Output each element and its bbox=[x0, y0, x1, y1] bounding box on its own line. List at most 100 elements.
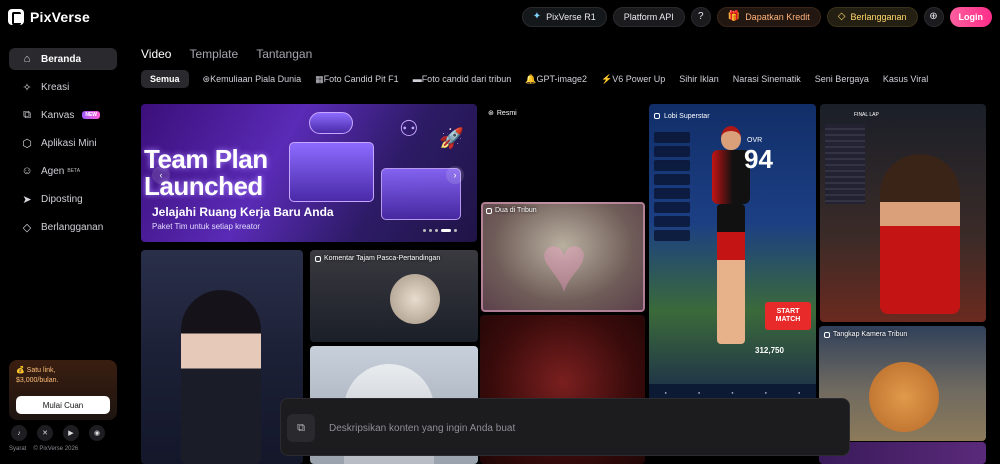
team-plan-banner[interactable]: ⚇ 🚀 Team Plan Launched Jelajahi Ruang Ke… bbox=[141, 104, 477, 242]
top-bar: PixVerse ✦ PixVerse R1 Platform API ? 🎁 … bbox=[0, 0, 1000, 34]
sidebar-item-berlangganan[interactable]: ◇ Berlangganan bbox=[9, 216, 117, 238]
social-links: ♪ ✕ ▶ ◉ bbox=[11, 425, 105, 441]
tile-label: Dua di Tribun bbox=[486, 207, 537, 214]
sidebar-item-kanvas[interactable]: ⧉ Kanvas NEW bbox=[9, 104, 117, 126]
video-icon bbox=[486, 207, 492, 214]
tile-label: ⊛ Resmi bbox=[488, 109, 517, 118]
cat-figure bbox=[390, 274, 440, 324]
stadium-icon: ▬ bbox=[412, 74, 422, 84]
sidebar-item-diposting[interactable]: ➤ Diposting bbox=[9, 188, 117, 210]
send-icon: ➤ bbox=[22, 193, 32, 206]
get-credit-button[interactable]: 🎁 Dapatkan Kredit bbox=[716, 7, 821, 27]
question-icon: ? bbox=[697, 11, 704, 22]
chip-narasi-sinematik[interactable]: Narasi Sinematik bbox=[733, 70, 801, 88]
game-menu bbox=[654, 132, 690, 252]
start-match-badge: START MATCH bbox=[765, 302, 811, 330]
terms-link[interactable]: Syarat bbox=[9, 446, 26, 452]
canvas-icon: ⧉ bbox=[23, 108, 31, 121]
top-actions: ✦ PixVerse R1 Platform API ? 🎁 Dapatkan … bbox=[521, 7, 992, 27]
chip-foto-candid-tribun[interactable]: ▬ Foto candid dari tribun bbox=[413, 70, 512, 88]
youtube-icon[interactable]: ▶ bbox=[63, 425, 79, 441]
sidebar-footer: Syarat © PixVerse 2026 bbox=[9, 446, 78, 452]
team-icon: ⚇ bbox=[399, 116, 419, 141]
sidebar-item-agen[interactable]: ☺ Agen BETA bbox=[9, 160, 117, 182]
sparkle-icon: ✦ bbox=[532, 11, 542, 22]
tab-video[interactable]: Video bbox=[141, 47, 171, 61]
timing-board bbox=[825, 124, 865, 204]
trophy-icon: ⊛ bbox=[202, 73, 211, 84]
tab-tantangan[interactable]: Tantangan bbox=[256, 47, 312, 61]
sparkle-icon: ✧ bbox=[22, 81, 32, 94]
person-figure bbox=[181, 290, 261, 464]
brand-name: PixVerse bbox=[30, 9, 90, 25]
bolt-icon: ⚡ bbox=[601, 73, 613, 84]
tile-concert-girl[interactable] bbox=[141, 250, 303, 464]
diamond-icon: ◇ bbox=[22, 221, 32, 234]
chip-semua[interactable]: Semua bbox=[141, 70, 189, 88]
tile-label: Komentar Tajam Pasca-Pertandingan bbox=[315, 255, 440, 262]
prompt-bar: ⧉ bbox=[280, 398, 850, 456]
game-rating: 94 bbox=[744, 144, 773, 174]
tiktok-icon[interactable]: ♪ bbox=[11, 425, 27, 441]
home-icon: ⌂ bbox=[23, 53, 31, 65]
platform-api-button[interactable]: Platform API bbox=[612, 7, 685, 27]
tile-dua-di-tribun[interactable]: Dua di Tribun ♥ bbox=[481, 202, 645, 312]
tile-f1-pit[interactable]: FINAL LAP bbox=[820, 104, 986, 322]
cube-icon: ⬡ bbox=[22, 137, 32, 150]
chat-bubble-icon bbox=[309, 112, 353, 134]
tile-label: Tangkap Kamera Tribun bbox=[824, 331, 907, 338]
chevron-left-icon[interactable]: ‹ bbox=[152, 166, 170, 184]
sidebar: ⌂ Beranda ✧ Kreasi ⧉ Kanvas NEW ⬡ Aplika… bbox=[0, 34, 126, 464]
tile-komentar-tajam[interactable]: Komentar Tajam Pasca-Pertandingan bbox=[310, 250, 478, 342]
chip-kasus-viral[interactable]: Kasus Viral bbox=[883, 70, 928, 88]
category-chips: Semua ⊛ Kemuliaan Piala Dunia ▦ Foto Cand… bbox=[141, 70, 1000, 88]
chip-foto-candid-pit-f1[interactable]: ▦ Foto Candid Pit F1 bbox=[315, 70, 399, 88]
chip-v6-power-up[interactable]: ⚡ V6 Power Up bbox=[601, 70, 665, 88]
banner-screen-illustration bbox=[289, 142, 374, 202]
money-bag-icon: 💰 bbox=[16, 367, 25, 374]
copyright: © PixVerse 2026 bbox=[33, 446, 79, 452]
sidebar-item-aplikasi-mini[interactable]: ⬡ Aplikasi Mini bbox=[9, 132, 117, 154]
chip-kemuliaan-piala-dunia[interactable]: ⊛ Kemuliaan Piala Dunia bbox=[203, 70, 302, 88]
game-ovr-label: OVR bbox=[747, 137, 763, 144]
language-button[interactable]: ⊕ bbox=[923, 7, 944, 27]
help-button[interactable]: ? bbox=[690, 7, 711, 27]
heart-icon: ♥ bbox=[540, 219, 588, 308]
start-earning-button[interactable]: Mulai Cuan bbox=[16, 396, 110, 414]
chip-seni-bergaya[interactable]: Seni Bergaya bbox=[815, 70, 869, 88]
sidebar-item-beranda[interactable]: ⌂ Beranda bbox=[9, 48, 117, 70]
agent-icon: ☺ bbox=[21, 165, 33, 177]
chip-gpt-image2[interactable]: 🔔 GPT-image2 bbox=[525, 70, 587, 88]
game-price: 312,750 bbox=[755, 346, 784, 355]
login-button[interactable]: Login bbox=[949, 7, 992, 27]
rocket-icon: 🚀 bbox=[439, 128, 464, 150]
beta-badge: BETA bbox=[67, 168, 81, 174]
chevron-right-icon[interactable]: › bbox=[446, 166, 464, 184]
diamond-icon: ◇ bbox=[837, 11, 846, 22]
gift-icon: 🎁 bbox=[727, 11, 741, 22]
sidebar-item-kreasi[interactable]: ✧ Kreasi bbox=[9, 76, 117, 98]
bell-icon: 🔔 bbox=[525, 73, 537, 84]
video-icon bbox=[824, 331, 830, 338]
x-icon[interactable]: ✕ bbox=[37, 425, 53, 441]
tab-template[interactable]: Template bbox=[189, 47, 238, 61]
video-icon bbox=[315, 255, 321, 262]
discord-icon[interactable]: ◉ bbox=[89, 425, 105, 441]
cat-figure bbox=[869, 362, 939, 432]
pixverse-r1-button[interactable]: ✦ PixVerse R1 bbox=[521, 7, 607, 27]
f1-engineer-figure bbox=[880, 154, 960, 314]
f1-final-lap-label: FINAL LAP bbox=[854, 112, 879, 118]
image-upload-icon[interactable]: ⧉ bbox=[287, 414, 315, 442]
tile-resmi[interactable]: ⊛ Resmi bbox=[483, 104, 643, 202]
tile-lobi-superstar[interactable]: Lobi Superstar OVR 94 START MATCH 312,75… bbox=[649, 104, 816, 400]
logo[interactable]: PixVerse bbox=[8, 9, 90, 25]
promo-text: 💰 Satu link, $3,000/bulan. bbox=[16, 367, 59, 384]
pixverse-logo-icon bbox=[8, 9, 24, 25]
globe-icon: ⊕ bbox=[929, 11, 938, 22]
subscribe-button[interactable]: ◇ Berlangganan bbox=[826, 7, 918, 27]
prompt-input[interactable] bbox=[329, 419, 809, 437]
promo-card: 💰 Satu link, $3,000/bulan. Mulai Cuan bbox=[9, 360, 117, 420]
tile-label: Lobi Superstar bbox=[654, 109, 811, 123]
chip-sihir-iklan[interactable]: Sihir Iklan bbox=[679, 70, 719, 88]
carousel-dots[interactable] bbox=[423, 229, 457, 232]
